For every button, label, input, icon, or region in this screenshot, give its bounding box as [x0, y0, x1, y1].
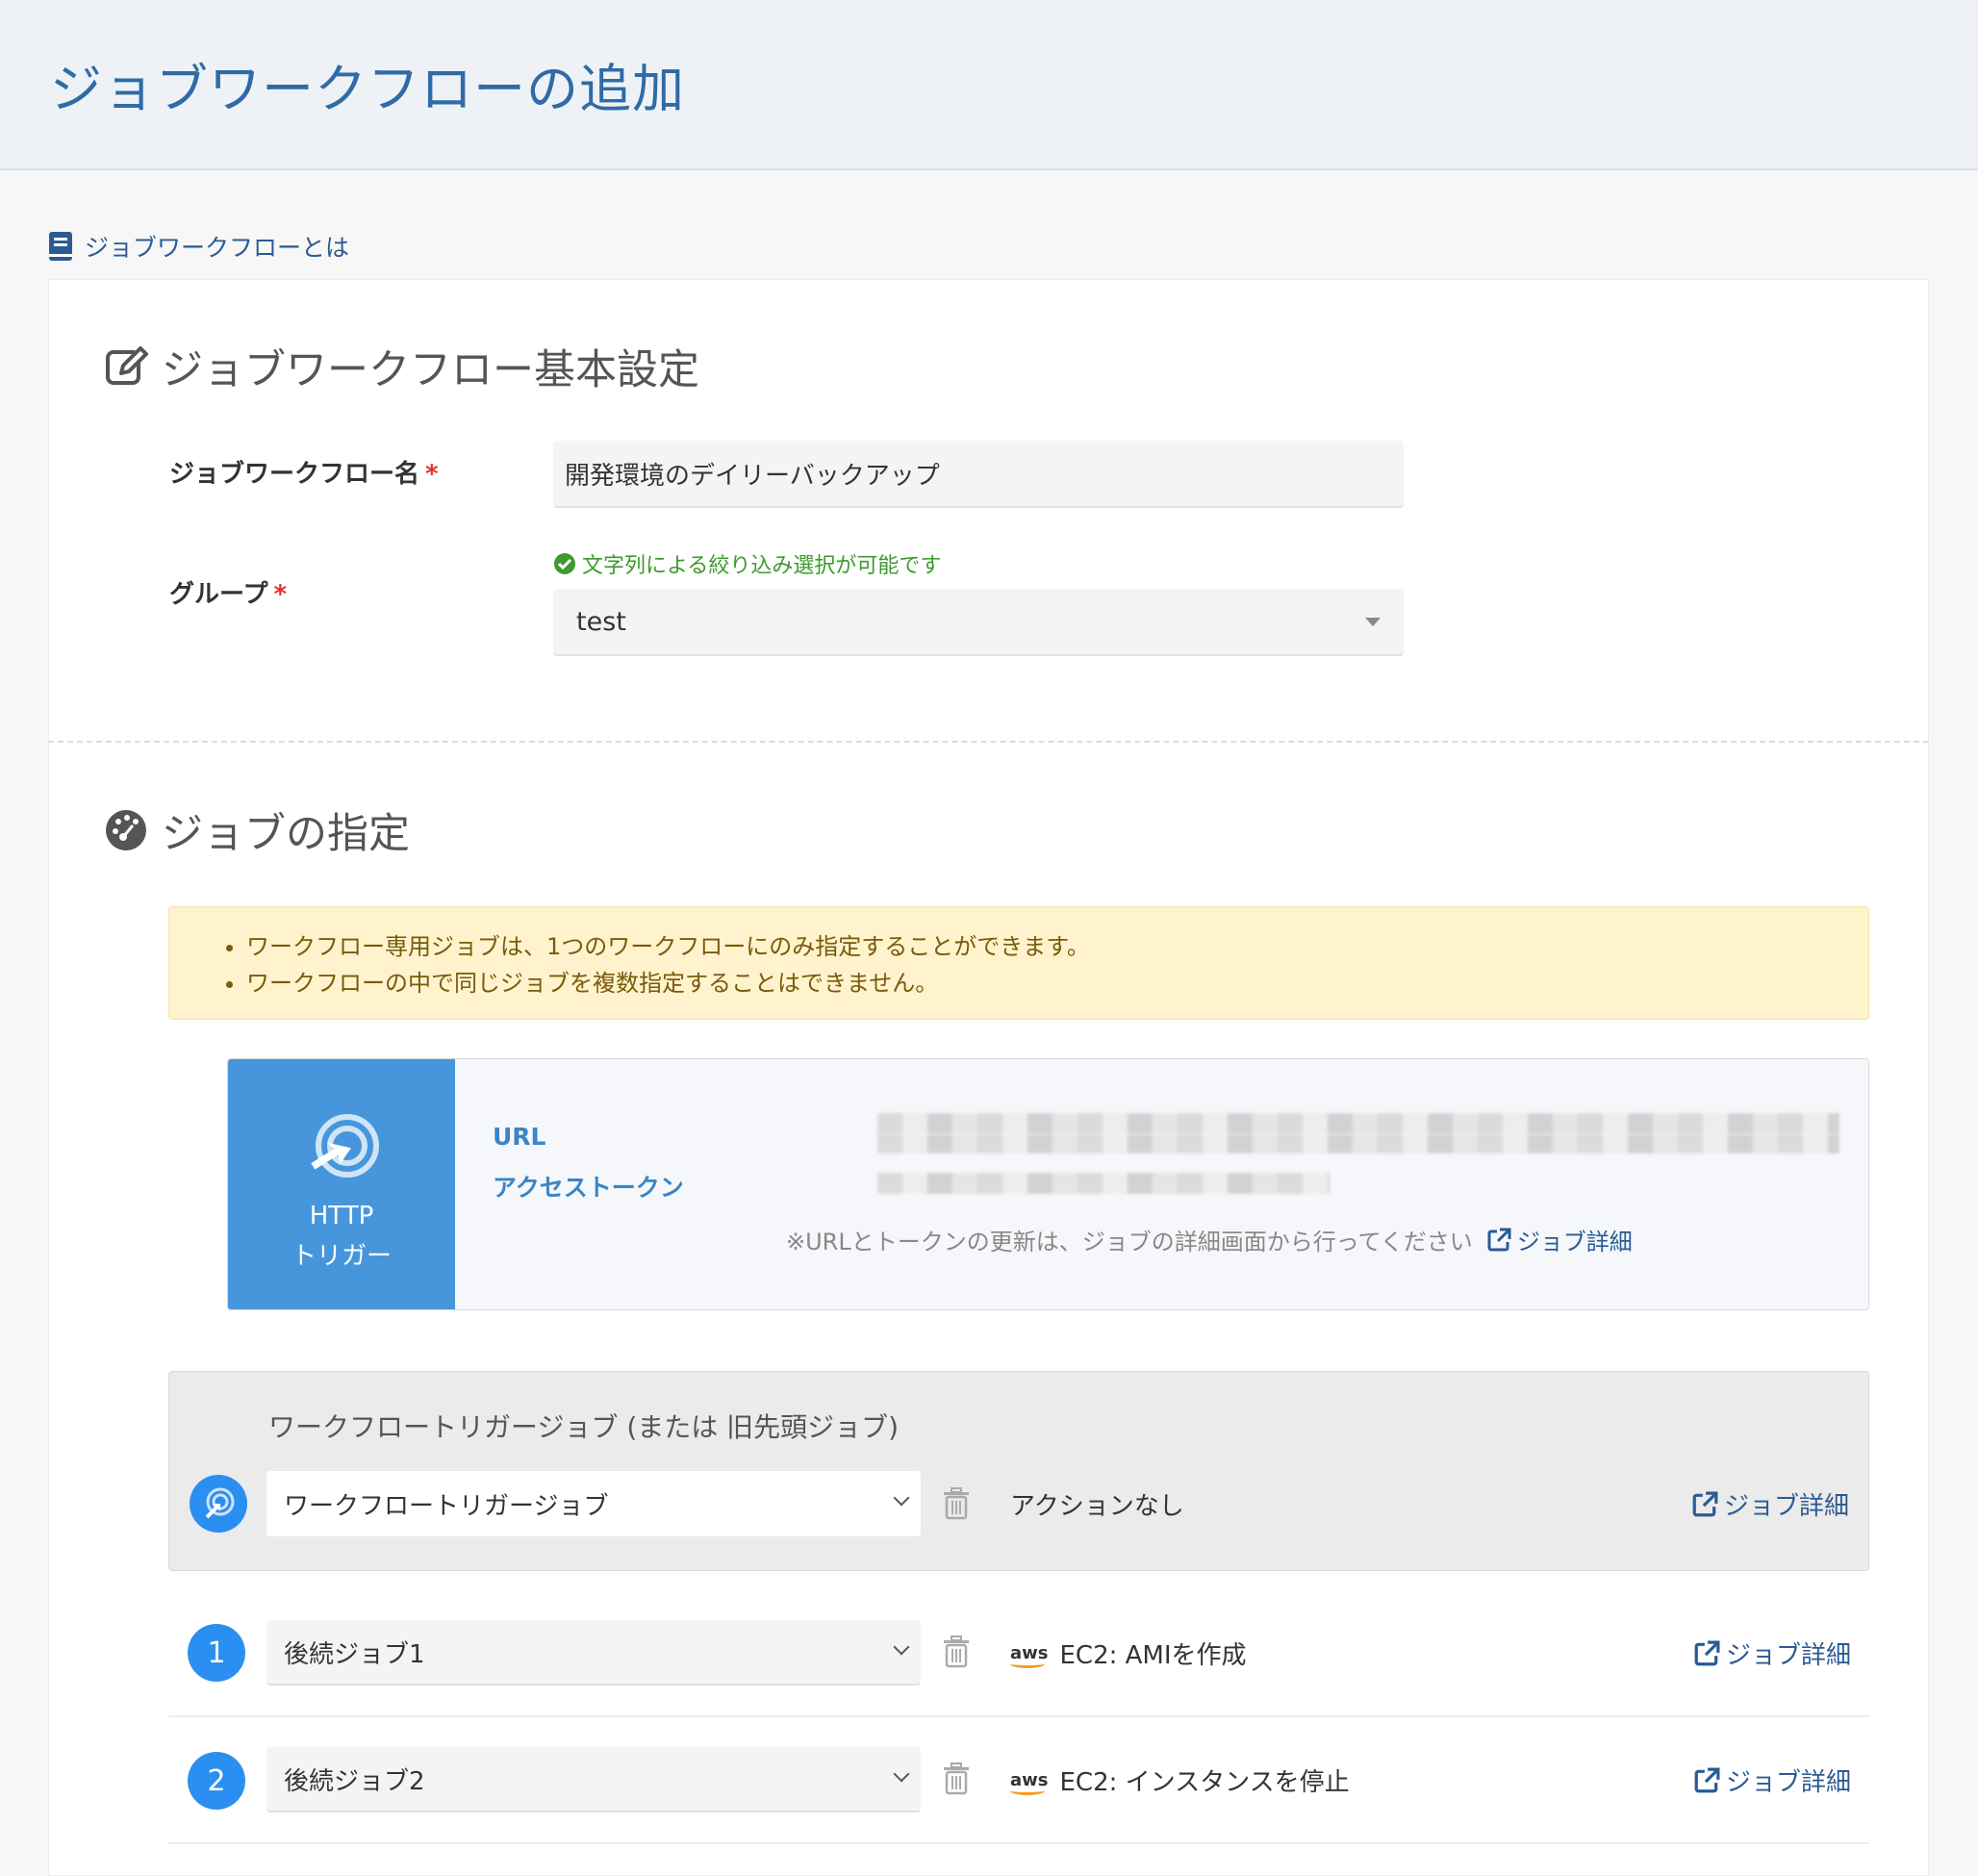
follower-job-detail-label[interactable]: ジョブ詳細 — [1726, 1762, 1851, 1798]
section-divider — [48, 741, 1929, 743]
trash-icon[interactable] — [943, 1762, 970, 1795]
trash-icon[interactable] — [943, 1487, 970, 1520]
check-circle-icon — [554, 553, 575, 574]
group-hint-text: 文字列による絞り込み選択が可能です — [582, 554, 942, 578]
external-link-icon — [1487, 1228, 1511, 1251]
job-spec-title-text: ジョブの指定 — [162, 810, 410, 858]
row-separator — [168, 1715, 1869, 1717]
required-mark: * — [425, 460, 439, 489]
follower-action-label: EC2: インスタンスを停止 — [1059, 1768, 1350, 1797]
trigger-job-detail-link[interactable]: ジョブ詳細 — [1691, 1486, 1849, 1522]
external-link-icon — [1694, 1767, 1720, 1792]
step-number-badge: 2 — [188, 1752, 245, 1810]
follower-job-select[interactable]: 後続ジョブ2 — [266, 1747, 921, 1813]
notice-item: ワークフローの中で同じジョブを複数指定することはできません。 — [246, 965, 1868, 1001]
trigger-panel-title: ワークフロートリガージョブ (または 旧先頭ジョブ) — [268, 1411, 900, 1443]
follower-action-label: EC2: AMIを作成 — [1059, 1641, 1247, 1670]
notice-box: ワークフロー専用ジョブは、1つのワークフローにのみ指定することができます。 ワー… — [168, 906, 1869, 1020]
basic-settings-title-text: ジョブワークフロー基本設定 — [162, 346, 699, 394]
job-detail-link-label[interactable]: ジョブ詳細 — [1517, 1223, 1633, 1256]
caret-down-icon — [1365, 618, 1381, 626]
follower-job-detail-link[interactable]: ジョブ詳細 — [1693, 1635, 1851, 1671]
group-label-text: グループ — [169, 580, 268, 609]
job-detail-link[interactable]: ジョブ詳細 — [1486, 1223, 1633, 1256]
http-trigger-badge: HTTP トリガー — [228, 1059, 455, 1309]
help-link[interactable]: ジョブワークフローとは — [48, 229, 349, 264]
chevron-down-icon — [893, 1765, 910, 1783]
http-label: HTTP — [309, 1202, 374, 1230]
trigger-job-detail-label[interactable]: ジョブ詳細 — [1724, 1486, 1849, 1522]
external-link-icon — [1694, 1640, 1720, 1665]
trigger-action-label: アクションなし — [1010, 1492, 1184, 1521]
group-hint: 文字列による絞り込み選択が可能です — [553, 548, 941, 579]
external-link-icon — [1692, 1491, 1718, 1516]
row-separator — [168, 1842, 1869, 1844]
trigger-job-select[interactable]: ワークフロートリガージョブ — [266, 1471, 921, 1536]
workflow-name-label-text: ジョブワークフロー名 — [169, 460, 420, 489]
book-icon — [49, 232, 72, 261]
access-token-label: アクセストークン — [493, 1174, 684, 1202]
follower-job-select[interactable]: 後続ジョブ1 — [266, 1620, 921, 1686]
group-select-value: test — [576, 606, 626, 637]
group-select[interactable]: test — [553, 589, 1404, 656]
http-note-text: ※URLとトークンの更新は、ジョブの詳細画面から行ってください — [786, 1229, 1473, 1255]
redacted-token — [877, 1173, 1330, 1194]
follower-job-select-value: 後続ジョブ1 — [284, 1639, 425, 1669]
trash-icon[interactable] — [943, 1635, 970, 1668]
redacted-url — [877, 1134, 1839, 1153]
page-title: ジョブワークフローの追加 — [50, 59, 685, 119]
page-header: ジョブワークフローの追加 — [0, 0, 1978, 170]
notice-item: ワークフロー専用ジョブは、1つのワークフローにのみ指定することができます。 — [246, 928, 1868, 965]
follower-job-select-value: 後続ジョブ2 — [284, 1766, 425, 1796]
http-trigger-icon — [311, 1114, 379, 1178]
basic-settings-title: ジョブワークフロー基本設定 — [104, 337, 699, 396]
dashboard-icon — [106, 810, 146, 850]
http-note: ※URLとトークンの更新は、ジョブの詳細画面から行ってください ジョブ詳細 — [786, 1223, 1633, 1256]
aws-icon: aws — [1010, 1769, 1049, 1795]
workflow-name-label: ジョブワークフロー名 * — [169, 454, 439, 490]
trigger-label: トリガー — [291, 1242, 392, 1271]
trigger-action-text: アクションなし — [1010, 1486, 1184, 1522]
required-mark: * — [273, 580, 288, 609]
follower-job-detail-label[interactable]: ジョブ詳細 — [1726, 1635, 1851, 1671]
follower-action-text: aws EC2: インスタンスを停止 — [1010, 1762, 1350, 1798]
help-link-label[interactable]: ジョブワークフローとは — [85, 229, 349, 264]
redacted-url-top — [877, 1113, 1839, 1134]
trigger-step-badge — [190, 1475, 247, 1533]
trigger-job-select-value: ワークフロートリガージョブ — [284, 1491, 609, 1521]
follower-job-detail-link[interactable]: ジョブ詳細 — [1693, 1762, 1851, 1798]
http-trigger-box: HTTP トリガー URL アクセストークン ※URLとトークンの更新は、ジョブ… — [227, 1058, 1869, 1310]
follower-action-text: aws EC2: AMIを作成 — [1010, 1635, 1247, 1671]
chevron-down-icon — [893, 1489, 910, 1507]
url-label: URL — [493, 1123, 546, 1151]
chevron-down-icon — [893, 1638, 910, 1656]
step-number-badge: 1 — [188, 1624, 245, 1682]
edit-icon — [106, 346, 148, 385]
group-label: グループ * — [169, 574, 287, 610]
job-spec-title: ジョブの指定 — [104, 800, 410, 860]
aws-icon: aws — [1010, 1642, 1049, 1668]
workflow-name-input[interactable] — [553, 441, 1404, 508]
trigger-icon — [205, 1487, 235, 1519]
